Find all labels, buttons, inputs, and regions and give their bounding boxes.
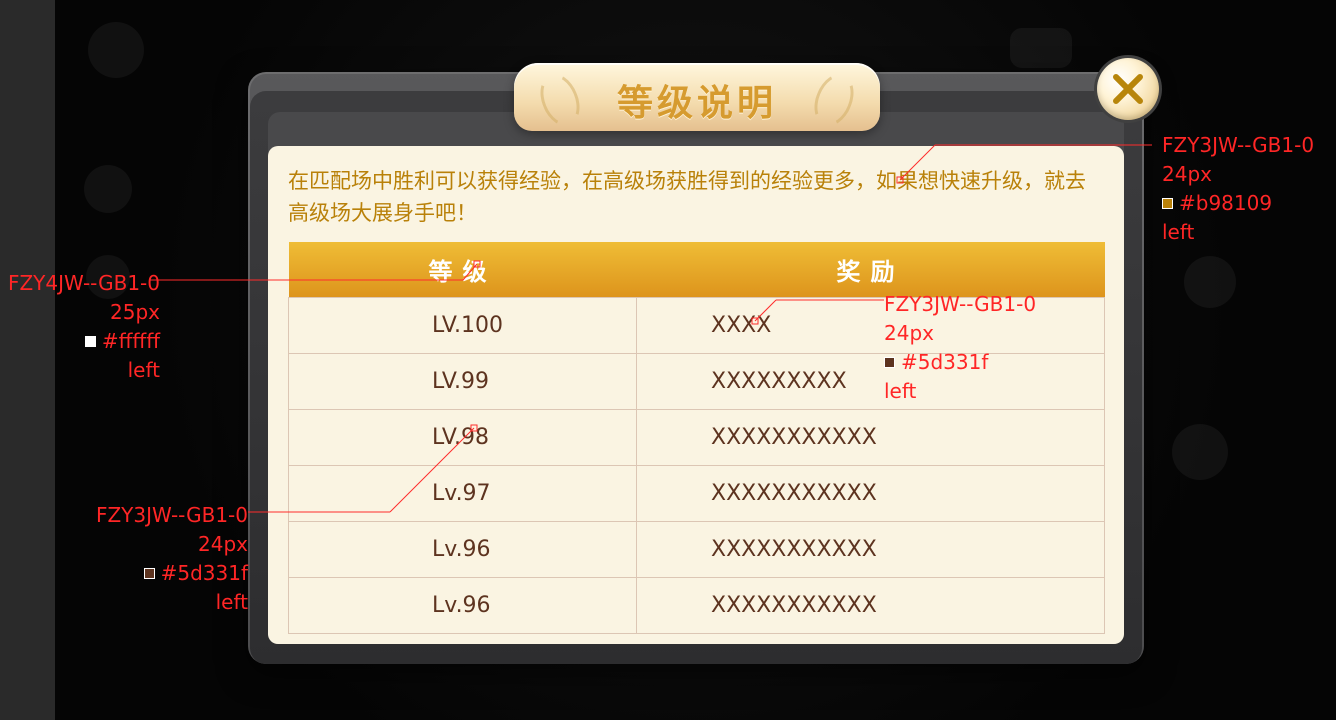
level-cell: Lv.96 <box>288 576 637 634</box>
annotation-alignment: left <box>215 590 248 614</box>
table-row: Lv.97 XXXXXXXXXXX <box>288 464 1105 522</box>
close-button[interactable] <box>1097 58 1159 120</box>
annotation-color-value: #ffffff <box>101 329 160 353</box>
annotation-color-row: #5d331f <box>884 348 1036 377</box>
annotation-font-name: FZY3JW--GB1-0 <box>1162 133 1315 157</box>
annotation-level-font: FZY3JW--GB1-0 24px #5d331f left <box>84 501 248 617</box>
level-cell: LV.100 <box>288 296 637 354</box>
table-header-row: 等级 奖励 <box>288 242 1105 297</box>
table-row: Lv.96 XXXXXXXXXXX <box>288 520 1105 578</box>
table-row: Lv.96 XXXXXXXXXXX <box>288 576 1105 634</box>
background-badge-placeholder <box>1010 28 1072 68</box>
background-icon-placeholder <box>1172 424 1228 480</box>
annotation-alignment: left <box>1162 220 1195 244</box>
annotation-alignment: left <box>884 379 917 403</box>
reward-cell: XXXXXXXXXXX <box>636 520 1105 578</box>
annotation-font-size: 24px <box>198 532 248 556</box>
background-icon-placeholder <box>84 165 132 213</box>
table-header-reward: 奖励 <box>836 257 905 286</box>
annotation-color-value: #b98109 <box>1179 191 1273 215</box>
annotation-header-font: FZY4JW--GB1-0 25px #ffffff left <box>0 269 160 385</box>
level-cell: Lv.96 <box>288 520 637 578</box>
table-row: LV.98 XXXXXXXXXXX <box>288 408 1105 466</box>
annotation-alignment: left <box>127 358 160 382</box>
annotation-font-size: 24px <box>884 321 934 345</box>
table-header-level: 等级 <box>428 257 497 286</box>
annotation-color-value: #5d331f <box>901 350 989 374</box>
dialog-description: 在匹配场中胜利可以获得经验，在高级场获胜得到的经验更多，如果想快速升级，就去高级… <box>288 169 1086 225</box>
close-icon <box>1113 74 1143 104</box>
annotation-font-size: 25px <box>110 300 160 324</box>
annotation-color-row: #5d331f <box>84 559 248 588</box>
dialog-title: 等级说明 <box>616 83 777 124</box>
background-icon-placeholder <box>1184 256 1236 308</box>
level-cell: LV.98 <box>288 408 637 466</box>
dialog-title-tab: 等级说明 <box>514 63 880 131</box>
reward-cell: XXXXXXXXXXX <box>636 408 1105 466</box>
annotation-font-name: FZY3JW--GB1-0 <box>95 503 248 527</box>
annotation-font-size: 24px <box>1162 162 1212 186</box>
color-swatch-icon <box>1162 198 1173 209</box>
annotation-font-name: FZY4JW--GB1-0 <box>7 271 160 295</box>
level-cell: Lv.97 <box>288 464 637 522</box>
color-swatch-icon <box>884 357 895 368</box>
annotation-reward-font: FZY3JW--GB1-0 24px #5d331f left <box>884 290 1036 406</box>
color-swatch-icon <box>84 336 96 347</box>
annotation-color-row: #ffffff <box>0 327 160 356</box>
level-cell: LV.99 <box>288 352 637 410</box>
reward-cell: XXXXXXXXXXX <box>636 464 1105 522</box>
annotation-color-value: #5d331f <box>160 561 248 585</box>
reward-cell: XXXXXXXXXXX <box>636 576 1105 634</box>
annotation-font-name: FZY3JW--GB1-0 <box>884 292 1037 316</box>
annotation-description-font: FZY3JW--GB1-0 24px #b98109 left <box>1162 131 1314 247</box>
annotation-color-row: #b98109 <box>1162 189 1314 218</box>
color-swatch-icon <box>143 568 155 579</box>
background-avatar-placeholder <box>88 22 144 78</box>
